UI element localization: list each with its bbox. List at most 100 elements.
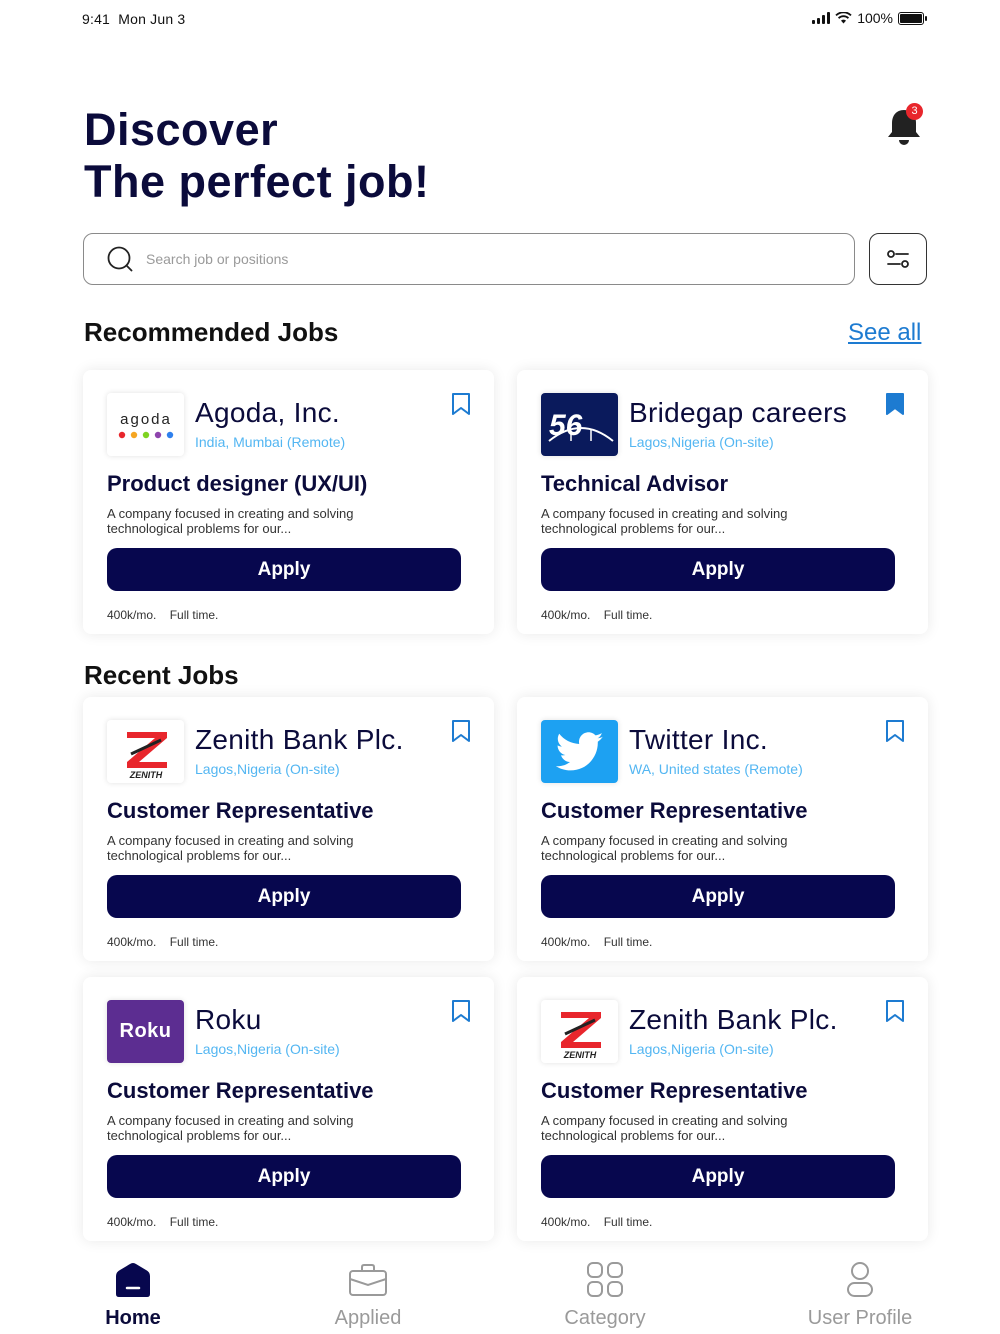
filter-button[interactable] — [869, 233, 927, 285]
search-bar[interactable] — [83, 233, 855, 285]
apply-button[interactable]: Apply — [541, 875, 895, 918]
salary: 400k/mo. — [107, 1215, 157, 1229]
bookmark-icon[interactable] — [450, 719, 472, 743]
tab-applied[interactable]: Applied — [288, 1262, 448, 1330]
bookmark-filled-icon[interactable] — [884, 392, 906, 416]
signal-icon — [812, 12, 831, 24]
salary: 400k/mo. — [107, 935, 157, 949]
bookmark-icon[interactable] — [450, 999, 472, 1023]
bookmark-icon[interactable] — [450, 392, 472, 416]
company-name: Zenith Bank Plc. — [629, 1004, 838, 1035]
employment-type: Full time. — [603, 935, 653, 949]
company-name: Agoda, Inc. — [195, 397, 340, 428]
status-date: Mon Jun 3 — [118, 11, 186, 27]
user-icon — [847, 1262, 873, 1297]
svg-text:ZENITH: ZENITH — [562, 1050, 596, 1060]
apply-button[interactable]: Apply — [541, 1155, 895, 1198]
svg-text:agoda: agoda — [120, 411, 172, 428]
job-title: Technical Advisor — [541, 471, 729, 496]
category-icon — [587, 1262, 623, 1297]
job-description: A company focused in creating and solvin… — [107, 833, 354, 863]
status-bar: 9:41 Mon Jun 3 100% — [0, 0, 1000, 40]
salary: 400k/mo. — [107, 608, 157, 622]
apply-button[interactable]: Apply — [107, 1155, 461, 1198]
tab-label: User Profile — [807, 1307, 913, 1329]
employment-type: Full time. — [169, 1215, 219, 1229]
status-time: 9:41 Mon Jun 3 — [82, 11, 185, 27]
search-input[interactable] — [146, 251, 786, 267]
bottom-tab-bar: Home Applied Category User Profile — [0, 1262, 1000, 1334]
salary: 400k/mo. — [541, 1215, 591, 1229]
bridegap-logo: 56 — [541, 393, 618, 456]
roku-logo-text: Roku — [119, 1020, 172, 1042]
salary: 400k/mo. — [541, 608, 591, 622]
roku-logo: Roku — [107, 1000, 184, 1063]
bookmark-icon[interactable] — [884, 719, 906, 743]
zenith-logo: ZENITH — [541, 1000, 618, 1063]
job-location: Lagos,Nigeria (On-site) — [195, 1041, 340, 1057]
job-location: Lagos,Nigeria (On-site) — [629, 1041, 774, 1057]
battery-icon — [898, 11, 927, 25]
job-meta: 400k/mo. Full time. — [541, 935, 652, 949]
notification-badge: 3 — [906, 103, 923, 120]
tab-home[interactable]: Home — [53, 1262, 213, 1330]
job-title: Customer Representative — [107, 798, 374, 823]
job-description: A company focused in creating and solvin… — [107, 506, 354, 536]
job-title: Customer Representative — [541, 1078, 808, 1103]
see-all-link[interactable]: See all — [848, 319, 921, 347]
apply-button[interactable]: Apply — [541, 548, 895, 591]
job-location: WA, United states (Remote) — [629, 761, 803, 777]
job-title: Customer Representative — [541, 798, 808, 823]
agoda-logo: agoda — [107, 393, 184, 456]
title-line-1: Discover — [84, 104, 279, 155]
tab-label: Applied — [334, 1307, 402, 1329]
job-card[interactable]: ZENITH Zenith Bank Plc. Lagos,Nigeria (O… — [83, 697, 494, 961]
title-line-2: The perfect job! — [84, 156, 430, 207]
recommended-jobs-heading: Recommended Jobs — [84, 317, 339, 347]
apply-button[interactable]: Apply — [107, 548, 461, 591]
bookmark-icon[interactable] — [884, 999, 906, 1023]
job-location: Lagos,Nigeria (On-site) — [195, 761, 340, 777]
job-description: A company focused in creating and solvin… — [541, 1113, 788, 1143]
job-meta: 400k/mo. Full time. — [107, 608, 218, 622]
page-title: Discover The perfect job! — [84, 104, 430, 208]
briefcase-icon — [349, 1264, 387, 1296]
tab-category[interactable]: Category — [525, 1262, 685, 1330]
job-description: A company focused in creating and solvin… — [541, 833, 788, 863]
employment-type: Full time. — [169, 935, 219, 949]
job-card[interactable]: 56 Bridegap careers Lagos,Nigeria (On-si… — [517, 370, 928, 634]
tab-label: Home — [105, 1307, 161, 1329]
job-description: A company focused in creating and solvin… — [541, 506, 788, 536]
job-card[interactable]: agoda Agoda, Inc. India, Mumbai (Remote)… — [83, 370, 494, 634]
job-title: Customer Representative — [107, 1078, 374, 1103]
status-indicators: 100% — [812, 10, 927, 26]
job-title: Product designer (UX/UI) — [107, 471, 368, 496]
wifi-icon — [835, 12, 852, 24]
job-card[interactable]: Twitter Inc. WA, United states (Remote) … — [517, 697, 928, 961]
job-card[interactable]: ZENITH Zenith Bank Plc. Lagos,Nigeria (O… — [517, 977, 928, 1241]
job-meta: 400k/mo. Full time. — [107, 1215, 218, 1229]
employment-type: Full time. — [603, 1215, 653, 1229]
employment-type: Full time. — [603, 608, 653, 622]
company-name: Twitter Inc. — [629, 724, 768, 755]
job-card[interactable]: Roku Roku Lagos,Nigeria (On-site) Custom… — [83, 977, 494, 1241]
job-meta: 400k/mo. Full time. — [541, 608, 652, 622]
company-name: Zenith Bank Plc. — [195, 724, 404, 755]
job-meta: 400k/mo. Full time. — [541, 1215, 652, 1229]
home-icon — [116, 1263, 150, 1297]
job-location: Lagos,Nigeria (On-site) — [629, 434, 774, 450]
tab-user-profile[interactable]: User Profile — [780, 1262, 940, 1330]
employment-type: Full time. — [169, 608, 219, 622]
company-name: Bridegap careers — [629, 397, 848, 428]
twitter-logo — [541, 720, 618, 783]
tab-label: Category — [564, 1307, 646, 1329]
company-name: Roku — [195, 1004, 262, 1035]
job-meta: 400k/mo. Full time. — [107, 935, 218, 949]
filter-icon — [887, 250, 909, 268]
zenith-logo: ZENITH — [107, 720, 184, 783]
svg-text:ZENITH: ZENITH — [128, 770, 162, 780]
job-location: India, Mumbai (Remote) — [195, 434, 346, 450]
apply-button[interactable]: Apply — [107, 875, 461, 918]
recent-jobs-heading: Recent Jobs — [84, 660, 239, 690]
status-clock: 9:41 — [82, 11, 111, 27]
